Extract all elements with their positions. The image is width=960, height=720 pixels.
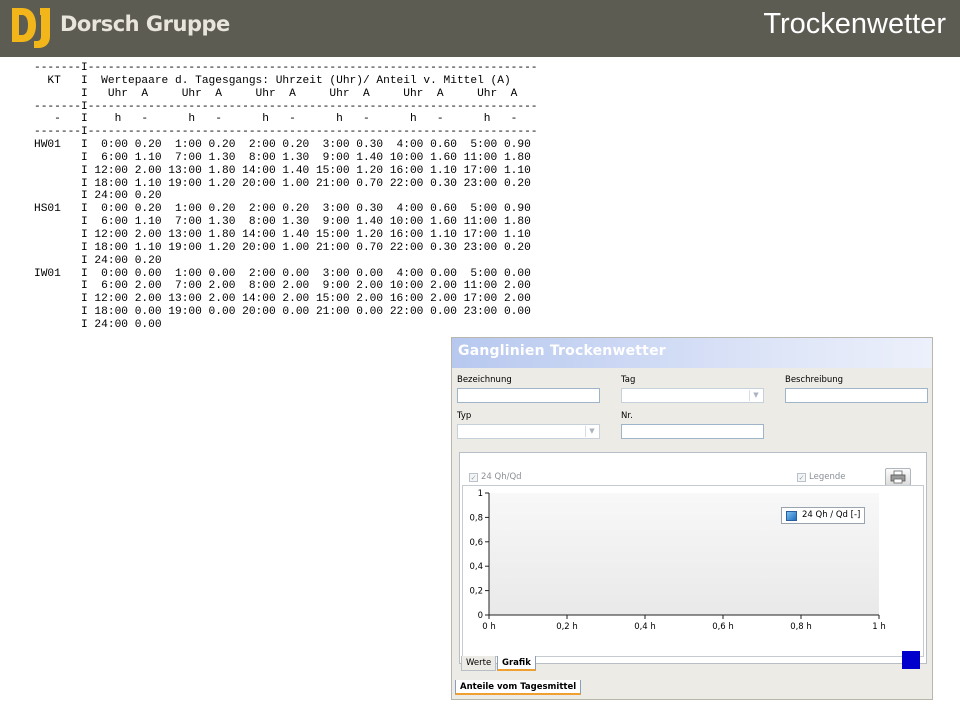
table-line: I 6:00 1.10 7:00 1.30 8:00 1.30 9:00 1.4… [34,151,531,164]
table-line: I 18:00 1.10 19:00 1.20 20:00 1.00 21:00… [34,177,531,190]
qh-checkbox-label: 24 Qh/Qd [481,472,522,482]
bezeichnung-field[interactable] [457,388,600,403]
table-line: I 18:00 1.10 19:00 1.20 20:00 1.00 21:00… [34,241,531,254]
typ-label: Typ [457,411,472,421]
table-line: I 24:00 0.20 [34,190,162,203]
tagesgang-table: -------I--------------------------------… [34,62,538,332]
slide-title: Trockenwetter [763,8,946,40]
legend-series-name: 24 Qh / Qd [-] [802,510,861,520]
table-line: - I h - h - h - h - h - h - [34,113,518,126]
chevron-down-icon[interactable]: ▼ [585,426,598,437]
table-line: -------I--------------------------------… [34,126,538,139]
table-line: I 12:00 2.00 13:00 1.80 14:00 1.40 15:00… [34,164,531,177]
x-tick-label: 0,6 h [712,622,734,632]
table-line: -------I--------------------------------… [34,62,538,74]
chart-legend: 24 Qh / Qd [-] [781,507,865,524]
nr-field[interactable] [621,424,764,439]
tag-select[interactable]: ▼ [621,388,764,403]
y-tick-label: 0 [478,611,483,621]
legend-swatch [786,511,797,521]
tab-grafik[interactable]: Grafik [497,656,536,671]
color-swatch-blue [902,651,920,669]
y-tick-label: 0,2 [469,587,483,597]
nr-label: Nr. [621,411,633,421]
beschreibung-field[interactable] [785,388,928,403]
typ-select[interactable]: ▼ [457,424,600,439]
table-line: I 18:00 0.00 19:00 0.00 20:00 0.00 21:00… [34,306,531,319]
y-tick-label: 0,4 [469,562,483,572]
beschreibung-label: Beschreibung [785,375,844,385]
chevron-down-icon[interactable]: ▼ [749,390,762,401]
table-line: I 24:00 0.20 [34,254,162,267]
table-line: I 12:00 2.00 13:00 2.00 14:00 2.00 15:00… [34,293,531,306]
table-line: HW01 I 0:00 0.20 1:00 0.20 2:00 0.20 3:0… [34,139,531,152]
chart-panel: ✓ 24 Qh/Qd ✓ Legende 0 h 0,2 h 0,4 h 0,6… [459,452,927,664]
table-line: HS01 I 0:00 0.20 1:00 0.20 2:00 0.20 3:0… [34,203,531,216]
table-line: I 12:00 2.00 13:00 1.80 14:00 1.40 15:00… [34,228,531,241]
y-tick-label: 1 [478,489,483,499]
x-tick-label: 0,4 h [634,622,656,632]
x-tick-label: 0 h [482,622,496,632]
x-tick-label: 0,8 h [790,622,812,632]
legende-checkbox[interactable]: ✓ [797,473,806,482]
qh-checkbox[interactable]: ✓ [469,473,478,482]
bezeichnung-label: Bezeichnung [457,375,512,385]
x-tick-label: 0,2 h [556,622,578,632]
y-tick-label: 0,8 [469,513,483,523]
table-line: I 6:00 2.00 7:00 2.00 8:00 2.00 9:00 2.0… [34,280,531,293]
table-line: -------I--------------------------------… [34,100,538,113]
tab-werte[interactable]: Werte [461,656,497,671]
plot-frame: 0 h 0,2 h 0,4 h 0,6 h 0,8 h 1 h 0 0,2 0,4 0,6 0,8 1… [462,485,924,657]
ganglinien-dialog: Ganglinien Trockenwetter Bezeichnung Tag… [451,337,933,700]
tab-anteile[interactable]: Anteile vom Tagesmittel [455,680,582,695]
legende-checkbox-label: Legende [809,472,846,482]
table-line: IW01 I 0:00 0.00 1:00 0.00 2:00 0.00 3:0… [34,267,531,280]
table-line: I 6:00 1.10 7:00 1.30 8:00 1.30 9:00 1.4… [34,216,531,229]
table-line: I 24:00 0.00 [34,318,162,331]
tag-label: Tag [621,375,636,385]
table-line: KT I Wertepaare d. Tagesgangs: Uhrzeit (… [34,74,511,87]
printer-icon [890,470,906,484]
dialog-header: Ganglinien Trockenwetter [452,338,932,368]
dialog-title: Ganglinien Trockenwetter [458,343,666,359]
table-line: I Uhr A Uhr A Uhr A Uhr A Uhr A Uhr A [34,87,518,100]
x-tick-label: 1 h [872,622,886,632]
y-tick-label: 0,6 [469,538,483,548]
dorsch-logo-icon [12,8,50,48]
brand-name: Dorsch Gruppe [60,12,230,36]
print-button[interactable] [885,468,911,486]
header-bar: Dorsch Gruppe Trockenwetter [0,0,960,57]
